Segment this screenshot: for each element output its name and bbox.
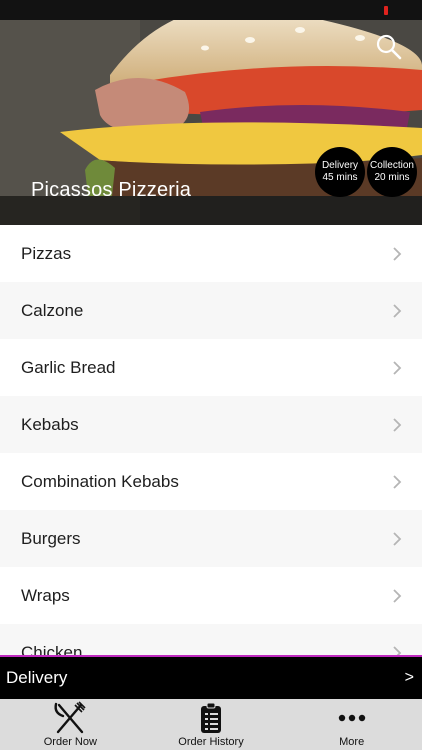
menu-item-garlic-bread[interactable]: Garlic Bread [0,339,422,396]
menu-item-kebabs[interactable]: Kebabs [0,396,422,453]
chevron-right-icon [393,531,402,546]
menu-item-label: Kebabs [21,414,79,434]
menu-item-label: Burgers [21,528,81,548]
delivery-badge-time: 45 mins [322,172,358,183]
chevron-right-icon [393,246,402,261]
chevron-right-icon [393,474,402,489]
chevron-right-icon [393,303,402,318]
delivery-badge-label: Delivery [321,160,359,171]
menu-item-burgers[interactable]: Burgers [0,510,422,567]
menu-item-label: Garlic Bread [21,357,116,377]
menu-item-calzone[interactable]: Calzone [0,282,422,339]
status-bar [0,0,422,20]
tab-more[interactable]: More [281,699,422,750]
order-mode-label: Delivery [6,668,68,687]
battery-icon [384,6,388,15]
tab-label: Order History [178,736,244,748]
collection-time-badge: Collection 20 mins [367,147,417,197]
tab-label: Order Now [43,736,97,748]
menu-item-label: Combination Kebabs [21,471,179,491]
menu-item-chicken[interactable]: Chicken [0,624,422,655]
tab-order-now[interactable]: Order Now [0,699,141,750]
chevron-right-icon [393,360,402,375]
more-dots-icon [338,714,365,722]
menu-item-label: Chicken [21,642,83,656]
order-mode-arrow: > [404,669,414,686]
menu-item-pizzas[interactable]: Pizzas [0,225,422,282]
bottom-tab-bar: Order Now Order History More [0,699,422,750]
search-icon[interactable] [374,32,404,62]
collection-badge-label: Collection [370,160,414,171]
fork-knife-icon [54,701,86,734]
collection-badge-time: 20 mins [374,172,410,183]
menu-item-label: Calzone [21,300,84,320]
chevron-right-icon [393,645,402,655]
menu-item-combination-kebabs[interactable]: Combination Kebabs [0,453,422,510]
delivery-time-badge: Delivery 45 mins [315,147,365,197]
restaurant-name: Picassos Pizzeria [31,179,192,201]
clipboard-list-icon [201,702,221,733]
chevron-right-icon [393,417,402,432]
menu-item-label: Wraps [21,585,70,605]
menu-item-wraps[interactable]: Wraps [0,567,422,624]
tab-label: More [339,736,365,748]
tab-order-history[interactable]: Order History [141,699,282,750]
menu-item-label: Pizzas [21,243,72,263]
chevron-right-icon [393,588,402,603]
menu-category-list[interactable]: Pizzas Calzone Garlic Bread Kebabs Combi… [0,225,422,655]
order-mode-bar[interactable]: Delivery > [0,657,422,699]
